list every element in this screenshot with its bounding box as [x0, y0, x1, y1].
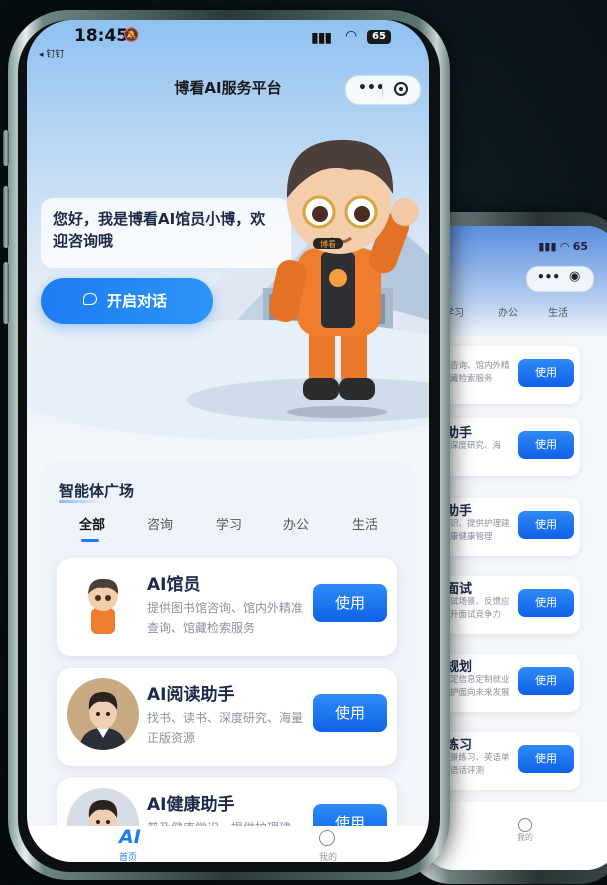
start-chat-label: 开启对话 [107, 292, 168, 310]
capsule-divider [382, 83, 383, 97]
home-ai-icon[interactable]: AI [119, 826, 141, 848]
mute-bell-icon: 🔕 [123, 28, 140, 43]
section-title: 智能体广场 [59, 482, 135, 500]
agent-description: 提供图书馆咨询、馆内外精准查询、馆藏检索服务 [147, 601, 304, 635]
tab-study[interactable]: 学习 [216, 514, 242, 533]
back-card: 助手 深度研究、海 使用 [434, 418, 580, 476]
back-status-bar: ▮▮▮ ◠ 65 [538, 240, 588, 253]
me-face-icon[interactable] [319, 830, 335, 846]
agent-title: AI阅读助手 [147, 685, 235, 705]
back-card: 面试 试场景、反馈应 升面试竞争力 使用 [434, 576, 580, 634]
mini-program-capsule[interactable]: ••• [345, 75, 421, 105]
agent-title: AI健康助手 [147, 795, 235, 815]
back-tab-life[interactable]: 生活 [548, 304, 568, 319]
front-phone-screen: 18:45 🔕 ◂ 钉钉 ▮▮▮ ◠ 65 博看AI服务平台 ••• 您好，我是… [27, 20, 429, 862]
agent-plaza-panel: 智能体广场 全部 咨询 学习 办公 生活 AI馆员 提供图书馆咨询、馆内外精准查… [41, 462, 415, 862]
agent-title: AI馆员 [147, 575, 201, 595]
tab-office[interactable]: 办公 [283, 514, 309, 533]
back-target-icon[interactable]: ◉ [569, 269, 580, 284]
back-card-desc: 识、提供护理建 康健康管理 [450, 519, 510, 542]
mascot-badge: 博看 [320, 239, 336, 249]
back-card-desc: 景练习、英语单 语话评测 [450, 753, 510, 776]
back-use-button[interactable]: 使用 [518, 431, 574, 459]
back-card-desc: 咨询、馆内外精 藏检索服务 [450, 361, 510, 384]
close-target-icon[interactable] [394, 82, 408, 96]
more-dots-icon[interactable]: ••• [358, 80, 385, 96]
back-use-button[interactable]: 使用 [518, 745, 574, 773]
hero-banner: 18:45 🔕 ◂ 钉钉 ▮▮▮ ◠ 65 博看AI服务平台 ••• 您好，我是… [27, 20, 429, 440]
back-me-icon[interactable] [518, 818, 532, 832]
back-card-desc: 定信息定制就业 护面向未来发展 [450, 675, 510, 698]
tab-consult[interactable]: 咨询 [147, 514, 173, 533]
active-tab-indicator [81, 539, 99, 542]
bottom-tabbar: AI 首页 我的 [27, 826, 429, 862]
status-time: 18:45 [74, 26, 129, 46]
back-card: 咨询、馆内外精 藏检索服务 使用 [434, 346, 580, 404]
back-me-label[interactable]: 我的 [517, 832, 533, 843]
tab-life[interactable]: 生活 [352, 514, 378, 533]
use-button[interactable]: 使用 [313, 694, 387, 732]
side-button-mute [3, 130, 9, 166]
librarian-avatar [67, 568, 139, 640]
back-battery: 65 [572, 240, 588, 253]
back-to-app-link[interactable]: ◂ 钉钉 [39, 47, 64, 60]
back-card: 练习 景练习、英语单 语话评测 使用 [434, 732, 580, 790]
mascot-illustration: 博看 [269, 139, 419, 418]
battery-indicator: 65 [367, 30, 391, 44]
back-signal-icon: ▮▮▮ [538, 240, 557, 253]
use-button[interactable]: 使用 [313, 584, 387, 622]
back-use-button[interactable]: 使用 [518, 359, 574, 387]
back-use-button[interactable]: 使用 [518, 589, 574, 617]
tab-all[interactable]: 全部 [79, 514, 105, 533]
signal-icon: ▮▮▮ [311, 30, 332, 46]
agent-card-librarian[interactable]: AI馆员 提供图书馆咨询、馆内外精准查询、馆藏检索服务 使用 [57, 558, 397, 656]
side-button-volume-down [3, 262, 9, 324]
chat-bubble-icon [83, 293, 97, 305]
wifi-icon: ◠ [345, 28, 358, 44]
back-card: 规划 定信息定制就业 护面向未来发展 使用 [434, 654, 580, 712]
back-card-desc: 试场景、反馈应 升面试竞争力 [450, 597, 510, 620]
agent-card-reading-assistant[interactable]: AI阅读助手 找书、读书、深度研究、海量正版资源 使用 [57, 668, 397, 766]
back-use-button[interactable]: 使用 [518, 511, 574, 539]
back-capsule[interactable]: ••• ◉ [526, 266, 594, 292]
start-chat-button[interactable]: 开启对话 [41, 278, 213, 324]
tab-home-label[interactable]: 首页 [119, 850, 137, 862]
back-card: 助手 识、提供护理建 康健康管理 使用 [434, 498, 580, 556]
side-button-volume-up [3, 186, 9, 248]
back-tab-office[interactable]: 办公 [498, 304, 518, 319]
back-card-desc: 深度研究、海 [450, 441, 502, 451]
back-use-button[interactable]: 使用 [518, 667, 574, 695]
tab-me-label[interactable]: 我的 [319, 850, 337, 862]
section-title-underline [59, 500, 103, 503]
back-more-dots-icon[interactable]: ••• [537, 270, 560, 284]
reading-assistant-avatar [67, 678, 139, 750]
back-wifi-icon: ◠ [560, 240, 569, 253]
greeting-bubble: 您好，我是博看AI馆员小博，欢迎咨询哦 [41, 198, 291, 268]
agent-description: 找书、读书、深度研究、海量正版资源 [147, 711, 304, 745]
